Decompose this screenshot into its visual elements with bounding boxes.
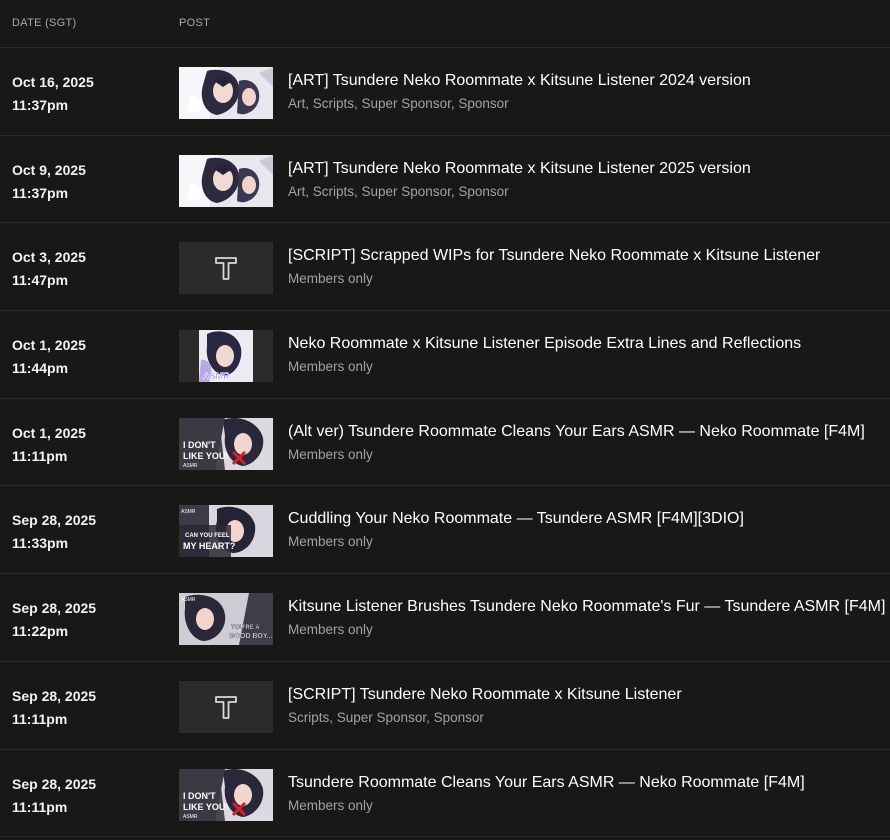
dont-like-line1: I DON'T (183, 440, 216, 450)
post-tags: Members only (288, 446, 373, 462)
post-date-day: Sep 28, 2025 (12, 775, 97, 792)
post-date: Sep 28, 2025 11:11pm (12, 773, 96, 819)
post-thumbnail[interactable]: I DON'T LIKE YOU! ASMR (179, 417, 273, 470)
post-row[interactable]: Oct 9, 2025 11:37pm [ART] Tsundere Neko R… (0, 136, 890, 224)
post-tags: Members only (288, 622, 373, 638)
art-thumbnail-icon (179, 154, 273, 207)
post-list: Oct 16, 2025 11:37pm [ART] Tsundere Neko … (0, 48, 890, 838)
post-date: Sep 28, 2025 11:22pm (12, 597, 96, 643)
asmr-small-label: ASMR (181, 509, 196, 515)
post-date-time: 11:37pm (12, 97, 69, 113)
good-line1: YOU'RE A (231, 625, 260, 631)
post-title-link[interactable]: [ART] Tsundere Neko Roommate x Kitsune L… (288, 160, 751, 178)
dont-like-you-thumbnail-icon: I DON'T LIKE YOU! ASMR (179, 768, 273, 821)
asmr-small-label: ASMR (183, 814, 198, 820)
post-title-link[interactable]: [SCRIPT] Tsundere Neko Roommate x Kitsun… (288, 686, 682, 704)
post-row[interactable]: Sep 28, 2025 11:22pm ASMR YOU'RE A GOOD B… (0, 574, 890, 662)
post-tags: Scripts, Super Sponsor, Sponsor (288, 709, 484, 725)
post-title-link[interactable]: Cuddling Your Neko Roommate — Tsundere A… (288, 510, 744, 528)
text-post-icon (179, 242, 273, 295)
post-tags: Members only (288, 797, 373, 813)
good-line2: GOOD BOY... (229, 633, 273, 640)
post-thumbnail[interactable] (179, 242, 273, 295)
post-thumbnail[interactable] (179, 67, 273, 119)
dont-like-you-thumbnail-icon: I DON'T LIKE YOU! ASMR (179, 417, 273, 470)
post-column-header: POST (179, 17, 211, 29)
post-tags: Members only (288, 271, 373, 287)
post-date-day: Sep 28, 2025 (12, 512, 97, 529)
asmr-label: ASMR (203, 371, 230, 381)
posts-table: DATE (SGT) POST Oct 16, 2025 11:37pm [ART… (0, 0, 890, 840)
post-title-link[interactable]: Neko Roommate x Kitsune Listener Episode… (288, 335, 801, 353)
post-date-day: Sep 28, 2025 (12, 687, 97, 704)
post-thumbnail[interactable] (179, 680, 273, 733)
post-date: Oct 9, 2025 11:37pm (12, 159, 86, 205)
table-header: DATE (SGT) POST (0, 0, 890, 48)
post-title-link[interactable]: (Alt ver) Tsundere Roommate Cleans Your … (288, 423, 865, 441)
date-column-header: DATE (SGT) (12, 17, 77, 29)
post-date-time: 11:33pm (12, 535, 69, 552)
post-date-time: 11:11pm (12, 447, 68, 464)
dont-like-line2: LIKE YOU! (183, 451, 228, 461)
post-row[interactable]: Sep 28, 2025 11:11pm I DON'T LIKE YOU! AS… (0, 750, 890, 838)
post-row[interactable]: Oct 3, 2025 11:47pm [SCRIPT] Scrapped WIP… (0, 223, 890, 312)
post-date: Oct 16, 2025 11:37pm (12, 71, 94, 117)
post-tags: Members only (288, 534, 373, 550)
good-boy-thumbnail-icon: ASMR YOU'RE A GOOD BOY... (179, 593, 273, 646)
post-date-day: Oct 1, 2025 (12, 337, 86, 354)
post-date-time: 11:11pm (12, 798, 68, 815)
art-thumbnail-icon (179, 67, 273, 119)
post-title-link[interactable]: [SCRIPT] Scrapped WIPs for Tsundere Neko… (288, 247, 820, 265)
asmr-small-label: ASMR (181, 597, 196, 603)
feel-my-heart-thumbnail-icon: ASMR CAN YOU FEEL MY HEART? (179, 505, 273, 558)
post-thumbnail[interactable]: ASMR CAN YOU FEEL MY HEART? (179, 505, 273, 558)
post-tags: Art, Scripts, Super Sponsor, Sponsor (288, 96, 509, 111)
post-date-day: Oct 16, 2025 (12, 74, 94, 90)
post-tags: Art, Scripts, Super Sponsor, Sponsor (288, 183, 509, 199)
post-date-day: Oct 9, 2025 (12, 161, 86, 178)
post-date-time: 11:22pm (12, 623, 69, 640)
dont-like-line1: I DON'T (183, 791, 216, 801)
post-row[interactable]: Oct 16, 2025 11:37pm [ART] Tsundere Neko … (0, 48, 890, 136)
post-row[interactable]: Sep 28, 2025 11:33pm ASMR CAN YOU FEEL MY… (0, 486, 890, 575)
post-thumbnail[interactable]: ASMR YOU'RE A GOOD BOY... (179, 593, 273, 646)
post-date: Oct 1, 2025 11:44pm (12, 334, 86, 380)
post-date-time: 11:11pm (12, 710, 68, 727)
post-date: Sep 28, 2025 11:11pm (12, 685, 96, 731)
post-date: Oct 3, 2025 11:47pm (12, 246, 86, 292)
post-title-link[interactable]: [ART] Tsundere Neko Roommate x Kitsune L… (288, 72, 751, 90)
post-date-day: Oct 3, 2025 (12, 249, 86, 266)
post-date: Oct 1, 2025 11:11pm (12, 422, 86, 468)
post-row[interactable]: Oct 1, 2025 11:44pm ASMR Neko Roommate x … (0, 311, 890, 399)
asmr-thumbnail-icon: ASMR (179, 330, 273, 383)
post-thumbnail[interactable] (179, 154, 273, 207)
dont-like-line2: LIKE YOU! (183, 802, 228, 812)
post-thumbnail[interactable]: ASMR (179, 330, 273, 383)
post-date-day: Oct 1, 2025 (12, 424, 86, 441)
post-tags: Members only (288, 359, 373, 375)
post-date-time: 11:44pm (12, 360, 69, 377)
feel-line2: MY HEART? (183, 541, 235, 551)
post-title-link[interactable]: Kitsune Listener Brushes Tsundere Neko R… (288, 598, 885, 616)
post-thumbnail[interactable]: I DON'T LIKE YOU! ASMR (179, 768, 273, 821)
text-post-icon (179, 680, 273, 733)
post-date-time: 11:47pm (12, 272, 69, 289)
asmr-small-label: ASMR (183, 463, 198, 469)
post-row[interactable]: Sep 28, 2025 11:11pm [SCRIPT] Tsundere Ne… (0, 662, 890, 750)
post-date-day: Sep 28, 2025 (12, 600, 97, 617)
post-row[interactable]: Oct 1, 2025 11:11pm I DON'T LIKE YOU! ASM… (0, 399, 890, 487)
feel-line1: CAN YOU FEEL (185, 533, 230, 539)
post-date: Sep 28, 2025 11:33pm (12, 509, 96, 555)
post-date-time: 11:37pm (12, 184, 69, 201)
post-title-link[interactable]: Tsundere Roommate Cleans Your Ears ASMR … (288, 774, 805, 792)
